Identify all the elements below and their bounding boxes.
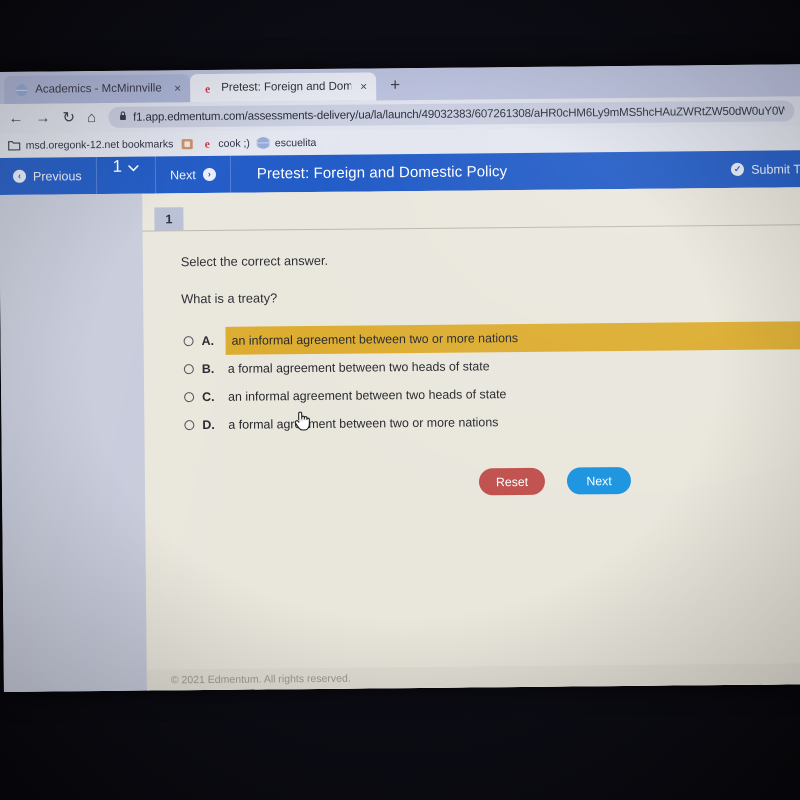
- screen-photo: Academics - McMinnville High S × e Prete…: [0, 0, 800, 800]
- back-icon[interactable]: ←: [8, 110, 23, 127]
- next-question-button[interactable]: Next ›: [156, 156, 230, 194]
- footer-copyright: © 2021 Edmentum. All rights reserved.: [146, 663, 800, 692]
- svg-text:e: e: [204, 139, 209, 151]
- question-instruction: Select the correct answer.: [180, 252, 329, 270]
- assessment-stage: 1 Select the correct answer. What is a t…: [0, 187, 800, 692]
- radio-button-d[interactable]: [184, 420, 195, 431]
- home-icon[interactable]: ⌂: [87, 109, 96, 126]
- option-letter: A.: [201, 333, 215, 349]
- browser-tab-title: Academics - McMinnville High S: [35, 82, 165, 96]
- address-bar-url: f1.app.edmentum.com/assessments-delivery…: [133, 104, 785, 124]
- question-text: What is a treaty?: [181, 290, 278, 307]
- question-number-badge: 1: [154, 207, 184, 231]
- folder-icon: [8, 139, 21, 151]
- bookmark-label: escuelita: [274, 136, 317, 149]
- browser-tab-title: Pretest: Foreign and Domestic P: [221, 80, 352, 94]
- option-text: an informal agreement between two heads …: [228, 387, 507, 404]
- monitor-screen: Academics - McMinnville High S × e Prete…: [0, 64, 800, 692]
- globe-icon: [15, 83, 29, 96]
- question-actions: Reset Next: [183, 465, 800, 498]
- reset-button[interactable]: Reset: [478, 467, 546, 496]
- browser-tab-pretest[interactable]: e Pretest: Foreign and Domestic P ×: [190, 72, 377, 103]
- option-letter: C.: [202, 389, 215, 405]
- previous-question-button[interactable]: ‹ Previous: [0, 157, 96, 195]
- edmentum-e-icon: e: [201, 81, 214, 95]
- answer-options-list: A. an informal agreement between two or …: [181, 319, 800, 439]
- arrow-right-circle-icon: ›: [202, 167, 216, 182]
- assessment-title: Pretest: Foreign and Domestic Policy: [256, 163, 508, 183]
- reload-icon[interactable]: ↻: [62, 109, 75, 126]
- previous-label: Previous: [32, 168, 82, 184]
- next-button[interactable]: Next: [566, 466, 632, 495]
- question-card: 1 Select the correct answer. What is a t…: [142, 187, 800, 692]
- app-icon: [180, 138, 193, 150]
- close-icon[interactable]: ×: [360, 79, 367, 93]
- lock-icon: [118, 111, 127, 124]
- bookmark-cook[interactable]: e cook ;): [200, 137, 250, 151]
- browser-tab-academics[interactable]: Academics - McMinnville High S ×: [4, 74, 191, 104]
- edmentum-e-icon: e: [200, 137, 213, 151]
- check-circle-icon: ✓: [731, 162, 745, 176]
- option-letter: D.: [202, 417, 215, 433]
- question-body: Select the correct answer. What is a tre…: [143, 225, 800, 498]
- close-icon[interactable]: ×: [174, 81, 181, 95]
- chevron-down-icon: [128, 163, 139, 175]
- bookmark-app[interactable]: [180, 138, 193, 150]
- option-text: a formal agreement between two heads of …: [227, 359, 490, 376]
- radio-button-a[interactable]: [183, 336, 194, 347]
- current-question-number: 1: [112, 156, 123, 176]
- svg-text:e: e: [205, 83, 210, 95]
- arrow-left-circle-icon: ‹: [12, 169, 27, 183]
- answer-option-d[interactable]: D. a formal agreement between two or mor…: [182, 405, 800, 439]
- option-text: a formal agreement between two or more n…: [228, 415, 499, 432]
- bookmark-msd-folder[interactable]: msd.oregonk-12.net bookmarks: [8, 138, 174, 152]
- option-text: an informal agreement between two or mor…: [231, 331, 519, 348]
- bookmark-label: cook ;): [218, 137, 250, 150]
- address-bar[interactable]: f1.app.edmentum.com/assessments-delivery…: [107, 100, 795, 128]
- radio-button-b[interactable]: [183, 364, 194, 375]
- bookmark-escuelita[interactable]: escuelita: [256, 136, 317, 149]
- next-label: Next: [170, 167, 196, 182]
- new-tab-button[interactable]: +: [382, 72, 408, 98]
- globe-icon: [256, 137, 270, 149]
- option-letter: B.: [201, 361, 215, 377]
- submit-test-button[interactable]: ✓ Submit T: [731, 150, 800, 188]
- radio-button-c[interactable]: [184, 392, 195, 403]
- forward-icon[interactable]: →: [35, 109, 50, 126]
- question-number-dropdown[interactable]: 1: [96, 156, 155, 194]
- bookmark-label: msd.oregonk-12.net bookmarks: [25, 137, 174, 152]
- submit-label: Submit T: [751, 161, 800, 177]
